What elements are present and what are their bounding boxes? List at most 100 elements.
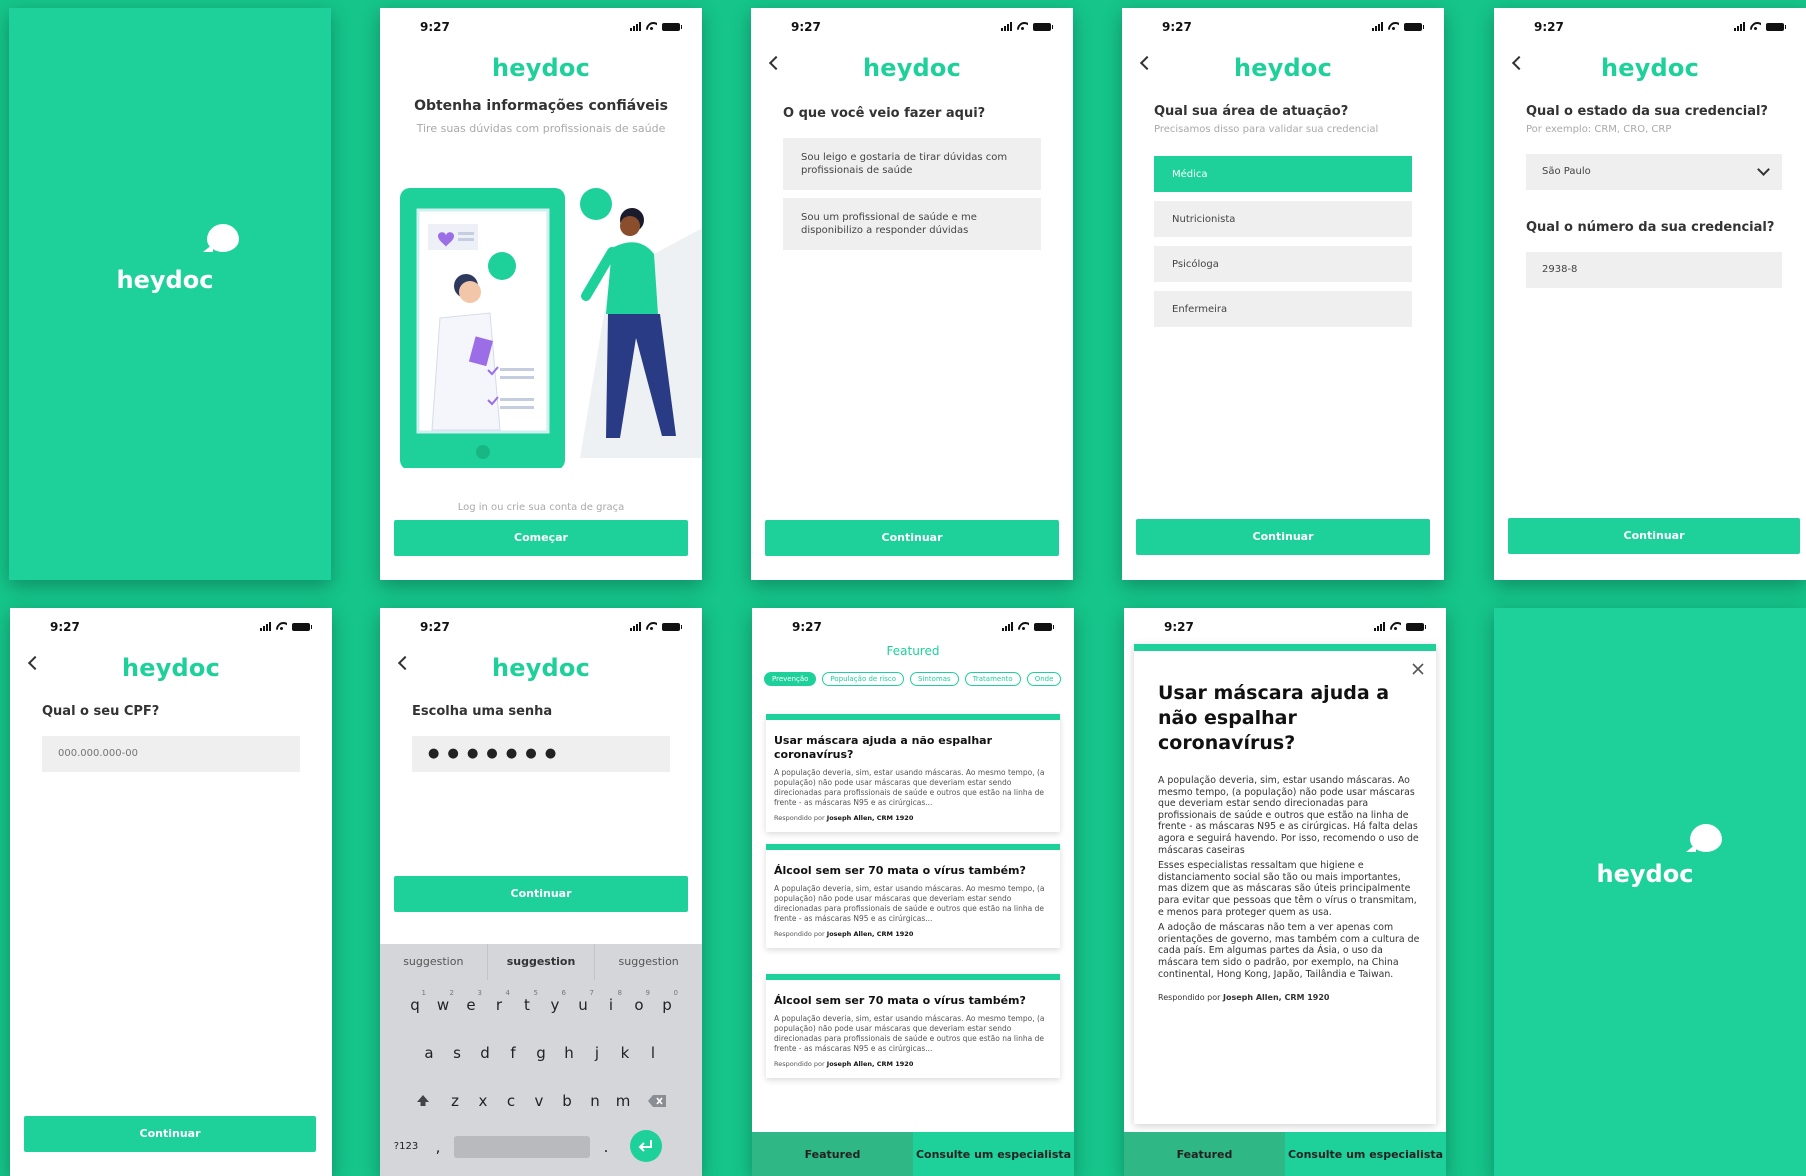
answered-by-name: Joseph Allen, CRM 1920 [826,814,914,822]
option-psicologa[interactable]: Psicóloga [1154,246,1412,282]
key-numbers[interactable]: ?123 [390,1130,422,1164]
app-logo: heydoc [1233,54,1333,82]
key-h[interactable]: h [555,1036,583,1070]
key-o[interactable]: 9o [625,988,653,1022]
continue-button[interactable]: Continuar [1508,518,1800,554]
key-e[interactable]: 3e [457,988,485,1022]
key-v[interactable]: v [525,1084,553,1118]
splash-logo: heydoc [1596,860,1694,888]
key-x[interactable]: x [469,1084,497,1118]
chip-tratamento[interactable]: Tratamento [964,672,1021,686]
cpf-input[interactable] [42,736,300,772]
option-nutricionista[interactable]: Nutricionista [1154,201,1412,237]
purpose-question: O que você veio fazer aqui? [783,106,986,121]
key-period[interactable]: . [598,1130,614,1164]
key-q[interactable]: 1q [401,988,429,1022]
signal-icon [260,622,271,631]
welcome-screen: 9:27 heydoc Obtenha informações confiáve… [380,8,702,580]
space-bar[interactable] [454,1136,590,1158]
battery-icon [662,23,682,31]
answered-by-name: Joseph Allen, CRM 1920 [1222,993,1330,1003]
credential-number-input[interactable]: 2938-8 [1526,252,1782,288]
question-card[interactable]: Álcool sem ser 70 mata o vírus também? A… [766,844,1060,948]
tab-featured[interactable]: Featured [1124,1132,1285,1176]
status-time: 9:27 [1164,620,1194,634]
chip-onde[interactable]: Onde [1026,672,1062,686]
key-g[interactable]: g [527,1036,555,1070]
close-icon[interactable] [1410,661,1426,677]
key-w[interactable]: 2w [429,988,457,1022]
key-b[interactable]: b [553,1084,581,1118]
option-layperson[interactable]: Sou leigo e gostaria de tirar dúvidas co… [783,138,1041,190]
continue-button[interactable]: Continuar [24,1116,316,1152]
key-y[interactable]: 6y [541,988,569,1022]
status-bar: 9:27 [380,616,702,636]
key-k[interactable]: k [611,1036,639,1070]
continue-button[interactable]: Continuar [394,876,688,912]
wifi-icon [1390,622,1401,631]
key-d[interactable]: d [471,1036,499,1070]
return-icon[interactable] [630,1130,662,1162]
keyboard-row-2: a s d f g h j k l [380,1036,702,1070]
password-input[interactable]: ● ● ● ● ● ● ● [412,736,670,772]
start-button[interactable]: Começar [394,520,688,556]
option-professional[interactable]: Sou um profissional de saúde e me dispon… [783,198,1041,250]
key-l[interactable]: l [639,1036,667,1070]
splash-screen-2: heydoc [1494,608,1806,1176]
continue-button[interactable]: Continuar [1136,519,1430,555]
key-z[interactable]: z [441,1084,469,1118]
question-card[interactable]: Usar máscara ajuda a não espalhar corona… [766,714,1060,832]
feed-header: Featured [886,644,940,658]
suggestion-right[interactable]: suggestion [595,944,702,980]
app-logo: heydoc [121,654,221,682]
signal-icon [630,22,641,31]
login-hint[interactable]: Log in ou crie sua conta de graça [380,502,702,513]
key-n[interactable]: n [581,1084,609,1118]
key-m[interactable]: m [609,1084,637,1118]
option-enfermeira[interactable]: Enfermeira [1154,291,1412,327]
suggestion-center[interactable]: suggestion [488,944,596,980]
key-comma[interactable]: , [430,1130,446,1164]
option-medica[interactable]: Médica [1154,156,1412,192]
password-screen: 9:27 heydoc Escolha uma senha ● ● ● ● ● … [380,608,702,1176]
keyboard: suggestion suggestion suggestion 1q 2w 3… [380,944,702,1176]
answered-by-label: Respondido por [1158,993,1221,1003]
suggestion-left[interactable]: suggestion [380,944,488,980]
status-time: 9:27 [791,20,821,34]
key-label: i [608,996,614,1014]
key-r[interactable]: 4r [485,988,513,1022]
bottom-tab-bar: Featured Consulte um especialista [1124,1132,1446,1176]
wifi-icon [1018,622,1029,631]
tab-consult-specialist[interactable]: Consulte um especialista [913,1132,1074,1176]
key-label: q [410,996,420,1014]
doctor-phone-illustration [400,188,702,468]
keyboard-row-4: ?123 , . [380,1130,702,1164]
key-c[interactable]: c [497,1084,525,1118]
battery-icon [1766,23,1786,31]
chip-sintomas[interactable]: Sintomas [910,672,959,686]
key-i[interactable]: 8i [597,988,625,1022]
question-card[interactable]: Álcool sem ser 70 mata o vírus também? A… [766,974,1060,1078]
splash-screen-1: heydoc [9,8,331,580]
key-a[interactable]: a [415,1036,443,1070]
signal-icon [1372,22,1383,31]
key-label: o [634,996,644,1014]
key-s[interactable]: s [443,1036,471,1070]
key-p[interactable]: 0p [653,988,681,1022]
chip-prevencao[interactable]: Prevenção [764,672,817,686]
state-select[interactable]: São Paulo [1526,154,1782,190]
shift-icon[interactable] [405,1084,441,1118]
continue-button[interactable]: Continuar [765,520,1059,556]
chip-populacao-risco[interactable]: População de risco [822,672,905,686]
key-t[interactable]: 5t [513,988,541,1022]
key-u[interactable]: 7u [569,988,597,1022]
card-answered-by: Respondido por Joseph Allen, CRM 1920 [774,814,1052,822]
wifi-icon [1750,22,1761,31]
status-time: 9:27 [792,620,822,634]
tab-featured[interactable]: Featured [752,1132,913,1176]
backspace-icon[interactable] [637,1084,677,1118]
tab-consult-specialist[interactable]: Consulte um especialista [1285,1132,1446,1176]
key-f[interactable]: f [499,1036,527,1070]
key-j[interactable]: j [583,1036,611,1070]
welcome-title: Obtenha informações confiáveis [414,98,668,114]
